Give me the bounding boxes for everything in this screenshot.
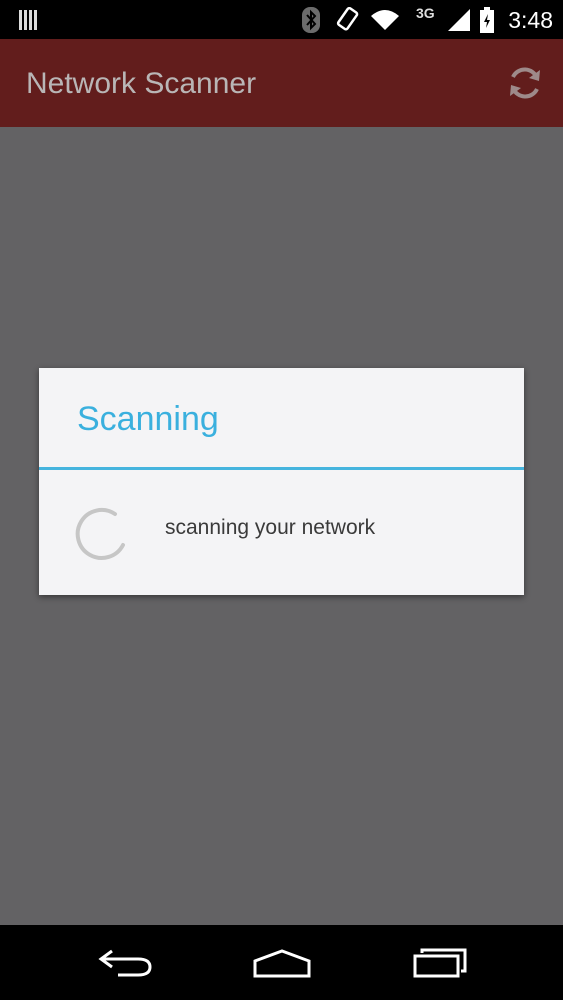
status-bar: 3G 3:48 <box>0 0 563 39</box>
home-icon <box>253 949 311 978</box>
recent-apps-button[interactable] <box>400 939 480 987</box>
back-button[interactable] <box>86 939 166 987</box>
app-title: Network Scanner <box>26 67 257 100</box>
refresh-icon <box>510 67 540 99</box>
clock: 3:48 <box>508 7 553 33</box>
dialog-title: Scanning <box>77 400 219 438</box>
signal-icon <box>446 0 472 39</box>
home-button[interactable] <box>242 939 322 987</box>
bluetooth-icon <box>302 0 320 39</box>
network-type-label: 3G <box>416 5 435 21</box>
notification-icon <box>18 0 40 39</box>
progress-dialog: Scanning scanning your network <box>39 368 524 595</box>
dialog-divider <box>39 467 524 470</box>
refresh-button[interactable] <box>500 61 550 105</box>
dialog-message: scanning your network <box>165 516 376 539</box>
back-icon <box>98 949 152 977</box>
rotation-icon <box>336 0 360 39</box>
loading-spinner-icon <box>75 508 125 560</box>
navigation-bar <box>0 925 563 1000</box>
wifi-icon <box>370 0 400 39</box>
action-bar: Network Scanner <box>0 39 563 127</box>
battery-icon <box>480 0 494 39</box>
recent-apps-icon <box>413 948 467 978</box>
